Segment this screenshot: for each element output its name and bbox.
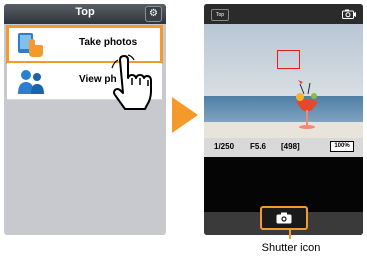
focus-area[interactable] [277, 50, 300, 69]
gear-icon[interactable]: ⚙ [145, 6, 162, 22]
battery-indicator: 100% [330, 141, 354, 152]
shooting-screen: Top 1/250 F5.6 [498] 100% [204, 4, 363, 235]
menu-item-label: Take photos [79, 37, 138, 48]
top-menu-screen: Top ⚙ Take photos View ph [4, 4, 166, 235]
aperture: F5.6 [250, 142, 267, 151]
shutter-button[interactable] [260, 206, 308, 230]
shots-remaining: [498] [281, 142, 300, 151]
exposure-info-bar: 1/250 F5.6 [498] 100% [204, 138, 363, 157]
control-area [204, 157, 363, 212]
callout-line [289, 230, 291, 239]
shooting-toolbar: Top [204, 4, 363, 24]
pointing-hand-icon [111, 54, 152, 110]
title-bar: Top ⚙ [4, 4, 166, 24]
live-view-image [204, 24, 363, 138]
right-arrow-icon [172, 97, 198, 133]
shutter-speed: 1/250 [214, 142, 235, 151]
take-photos-icon [18, 33, 43, 57]
screen-title: Top [75, 6, 95, 18]
camera-switch-icon[interactable] [342, 9, 356, 19]
camera-icon [276, 212, 292, 224]
shutter-icon-caption: Shutter icon [261, 242, 321, 254]
top-button[interactable]: Top [211, 9, 229, 21]
view-photos-icon [18, 70, 44, 94]
